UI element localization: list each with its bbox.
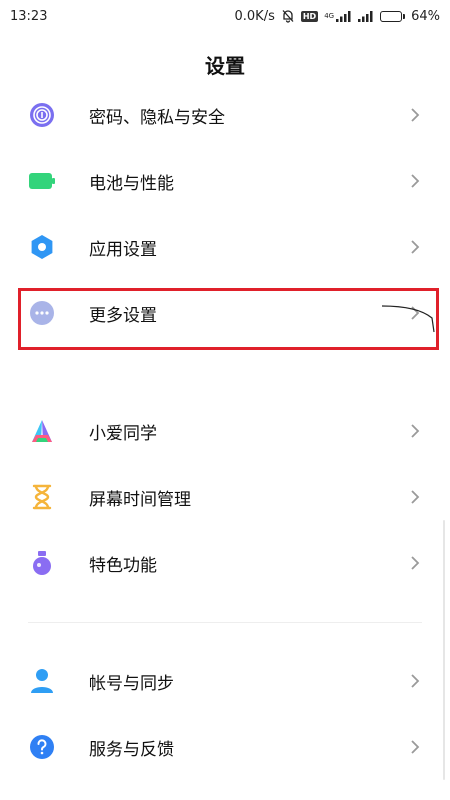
- page-title: 设置: [205, 54, 245, 78]
- settings-item-label: 服务与反馈: [89, 739, 174, 760]
- signal-icon: [336, 10, 352, 22]
- settings-item-screen-time[interactable]: 屏幕时间管理: [0, 464, 450, 530]
- settings-item-xiaoai[interactable]: 小爱同学: [0, 398, 450, 464]
- settings-item-label: 密码、隐私与安全: [89, 107, 225, 128]
- fingerprint-icon: [29, 102, 55, 128]
- xiaoai-icon: [29, 418, 55, 444]
- battery-indicator: [380, 10, 406, 22]
- settings-item-label: 帐号与同步: [89, 673, 174, 694]
- chevron-right-icon: [410, 489, 420, 505]
- chevron-right-icon: [410, 423, 420, 439]
- help-icon: [29, 734, 55, 760]
- signal-icon-2: [358, 10, 374, 22]
- settings-item-label: 小爱同学: [89, 423, 157, 444]
- highlight-annotation-box: [18, 288, 439, 350]
- settings-item-special-features[interactable]: 特色功能: [0, 530, 450, 596]
- hourglass-icon: [29, 484, 55, 510]
- chevron-right-icon: [410, 739, 420, 755]
- settings-item-label: 电池与性能: [89, 173, 174, 194]
- battery-percent: 64%: [411, 8, 440, 24]
- settings-item-account-sync[interactable]: 帐号与同步: [0, 648, 450, 714]
- network-speed: 0.0K/s: [234, 8, 275, 24]
- scrollbar[interactable]: [443, 520, 445, 780]
- settings-item-service-feedback[interactable]: 服务与反馈: [0, 714, 450, 780]
- chevron-right-icon: [410, 673, 420, 689]
- bell-off-icon: [281, 9, 295, 23]
- chevron-right-icon: [410, 555, 420, 571]
- person-icon: [29, 668, 55, 694]
- chevron-right-icon: [410, 239, 420, 255]
- network-type: 4G: [324, 11, 335, 20]
- status-bar: 13:23 0.0K/s HD 4G 64%: [0, 0, 450, 32]
- settings-item-label: 应用设置: [89, 239, 157, 260]
- battery-icon: [29, 168, 55, 194]
- settings-item-label: 特色功能: [89, 555, 157, 576]
- settings-item-app-settings[interactable]: 应用设置: [0, 214, 450, 280]
- flask-icon: [29, 550, 55, 576]
- status-time: 13:23: [10, 8, 48, 24]
- settings-item-privacy-security[interactable]: 密码、隐私与安全: [0, 82, 450, 148]
- chevron-right-icon: [410, 107, 420, 123]
- section-divider: [0, 596, 450, 648]
- gear-icon: [29, 234, 55, 260]
- hd-badge: HD: [300, 10, 319, 22]
- settings-item-battery-performance[interactable]: 电池与性能: [0, 148, 450, 214]
- settings-item-label: 屏幕时间管理: [89, 489, 191, 510]
- annotation-stroke: [381, 305, 435, 333]
- settings-list: 密码、隐私与安全 电池与性能 应用设置 更多设置 小爱同学 屏幕时间管理 特色功…: [0, 82, 450, 780]
- chevron-right-icon: [410, 173, 420, 189]
- status-icons: 0.0K/s HD 4G 64%: [235, 9, 441, 24]
